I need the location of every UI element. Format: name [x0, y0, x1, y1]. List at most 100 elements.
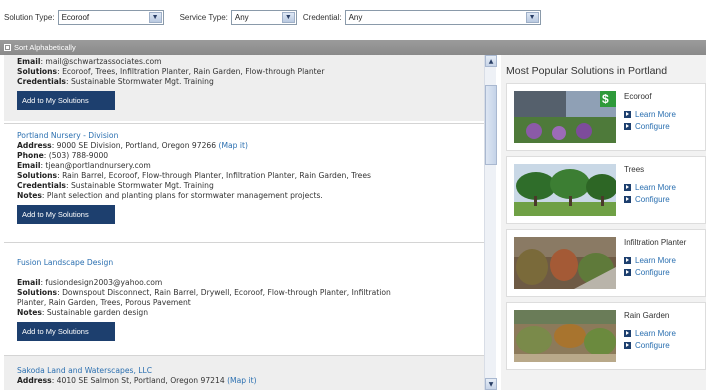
notes-value: Sustainable garden design: [46, 308, 149, 317]
solution-type-label: Solution Type:: [4, 13, 55, 22]
notes-label: Notes: [17, 308, 42, 317]
arrow-right-icon: [624, 342, 631, 349]
solutions-value: Downspout Disconnect, Rain Barrel, Drywe…: [62, 288, 391, 297]
sidebar-title: Most Popular Solutions in Portland: [506, 65, 668, 77]
add-to-my-solutions-button[interactable]: Add to My Solutions: [17, 322, 115, 341]
list-item: Fusion Landscape Design Email: fusiondes…: [4, 258, 484, 341]
company-name-link[interactable]: Portland Nursery - Division: [17, 131, 484, 141]
solution-name: Infiltration Planter: [624, 238, 687, 247]
notes-value: Plant selection and planting plans for s…: [46, 191, 323, 200]
sort-alphabetically-link[interactable]: Sort Alphabetically: [14, 43, 76, 52]
solution-name: Trees: [624, 165, 645, 174]
solution-card-infiltration-planter: Infiltration Planter Learn More Configur…: [506, 229, 706, 297]
credential-label: Credential:: [302, 13, 342, 22]
chevron-down-icon[interactable]: ▼: [525, 12, 539, 23]
learn-more-label: Learn More: [635, 183, 676, 192]
learn-more-label: Learn More: [635, 110, 676, 119]
solution-name: Rain Garden: [624, 311, 670, 320]
service-type-select[interactable]: Any ▼: [230, 10, 297, 25]
configure-link[interactable]: Configure: [624, 268, 670, 277]
configure-link[interactable]: Configure: [624, 195, 670, 204]
add-to-my-solutions-button[interactable]: Add to My Solutions: [17, 91, 115, 110]
address-label: Address: [17, 141, 52, 150]
email-label: Email: [17, 57, 41, 66]
list-item: Portland Nursery - Division Address: 900…: [4, 131, 484, 224]
learn-more-label: Learn More: [635, 329, 676, 338]
solution-card-ecoroof: $ Ecoroof Learn More Configure: [506, 83, 706, 151]
divider: [4, 123, 484, 124]
address-label: Address: [17, 376, 52, 385]
results-list: Email: mail@schwartzassociates.com Solut…: [4, 55, 484, 390]
email-value: fusiondesign2003@yahoo.com: [45, 278, 163, 287]
list-item: Sakoda Land and Waterscapes, LLC Address…: [4, 356, 484, 390]
list-item: Email: mail@schwartzassociates.com Solut…: [4, 55, 484, 121]
learn-more-link[interactable]: Learn More: [624, 183, 676, 192]
learn-more-link[interactable]: Learn More: [624, 110, 676, 119]
add-to-my-solutions-button[interactable]: Add to My Solutions: [17, 205, 115, 224]
arrow-right-icon: [624, 111, 631, 118]
configure-link[interactable]: Configure: [624, 122, 670, 131]
configure-label: Configure: [635, 341, 670, 350]
notes-label: Notes: [17, 191, 42, 200]
service-type-value: Any: [234, 13, 249, 22]
chevron-down-icon[interactable]: ▼: [148, 12, 162, 23]
scroll-down-icon[interactable]: ▼: [485, 378, 497, 390]
solutions-label: Solutions: [17, 171, 58, 180]
solution-type-select[interactable]: Ecoroof ▼: [57, 10, 164, 25]
learn-more-label: Learn More: [635, 256, 676, 265]
solution-card-rain-garden: Rain Garden Learn More Configure: [506, 302, 706, 370]
configure-label: Configure: [635, 122, 670, 131]
solutions-value: Rain Barrel, Ecoroof, Flow-through Plant…: [62, 171, 371, 180]
popular-solutions-panel: Most Popular Solutions in Portland $ Eco…: [501, 55, 706, 390]
credentials-value: Sustainable Stormwater Mgt. Training: [70, 181, 214, 190]
phone-label: Phone: [17, 151, 44, 160]
configure-label: Configure: [635, 268, 670, 277]
address-value: 4010 SE Salmon St, Portland, Oregon 9721…: [56, 376, 225, 385]
phone-value: (503) 788-9000: [48, 151, 109, 160]
map-it-link[interactable]: (Map it): [227, 376, 256, 385]
learn-more-link[interactable]: Learn More: [624, 256, 676, 265]
ecoroof-image[interactable]: $: [514, 91, 616, 143]
solution-name: Ecoroof: [624, 92, 652, 101]
arrow-right-icon: [624, 196, 631, 203]
arrow-right-icon: [624, 330, 631, 337]
email-label: Email: [17, 278, 41, 287]
learn-more-link[interactable]: Learn More: [624, 329, 676, 338]
credentials-label: Credentials: [17, 77, 66, 86]
arrow-right-icon: [624, 269, 631, 276]
rain-garden-image[interactable]: [514, 310, 616, 362]
email-value: tjean@portlandnursery.com: [45, 161, 151, 170]
solutions-label: Solutions: [17, 288, 58, 297]
email-value: mail@schwartzassociates.com: [45, 57, 162, 66]
divider: [4, 242, 484, 243]
configure-link[interactable]: Configure: [624, 341, 670, 350]
arrow-right-icon: [624, 123, 631, 130]
solution-type-value: Ecoroof: [61, 13, 90, 22]
filter-bar: Solution Type: Ecoroof ▼ Service Type: A…: [0, 0, 706, 35]
address-value: 9000 SE Division, Portland, Oregon 97266: [56, 141, 217, 150]
scroll-up-icon[interactable]: ▲: [485, 55, 497, 67]
results-scrollbar[interactable]: ▲ ▼: [484, 55, 497, 390]
solutions-label: Solutions: [17, 67, 58, 76]
trees-image[interactable]: [514, 164, 616, 216]
credential-select[interactable]: Any ▼: [344, 10, 541, 25]
company-name-link[interactable]: Sakoda Land and Waterscapes, LLC: [17, 366, 484, 376]
solutions-value-continued: Planter, Rain Garden, Trees, Porous Pave…: [17, 298, 191, 307]
service-type-label: Service Type:: [179, 13, 228, 22]
company-name-link[interactable]: Fusion Landscape Design: [17, 258, 484, 268]
scrollbar-thumb[interactable]: [485, 85, 497, 165]
email-label: Email: [17, 161, 41, 170]
credential-value: Any: [348, 13, 363, 22]
chevron-down-icon[interactable]: ▼: [281, 12, 295, 23]
configure-label: Configure: [635, 195, 670, 204]
arrow-right-icon: [624, 257, 631, 264]
sort-bar: Sort Alphabetically: [0, 40, 706, 55]
credentials-label: Credentials: [17, 181, 66, 190]
credentials-value: Sustainable Stormwater Mgt. Training: [70, 77, 214, 86]
infiltration-planter-image[interactable]: [514, 237, 616, 289]
solution-card-trees: Trees Learn More Configure: [506, 156, 706, 224]
map-it-link[interactable]: (Map it): [219, 141, 248, 150]
arrow-right-icon: [624, 184, 631, 191]
checkbox-icon[interactable]: [4, 44, 11, 51]
solutions-value: Ecoroof, Trees, Infiltration Planter, Ra…: [62, 67, 325, 76]
